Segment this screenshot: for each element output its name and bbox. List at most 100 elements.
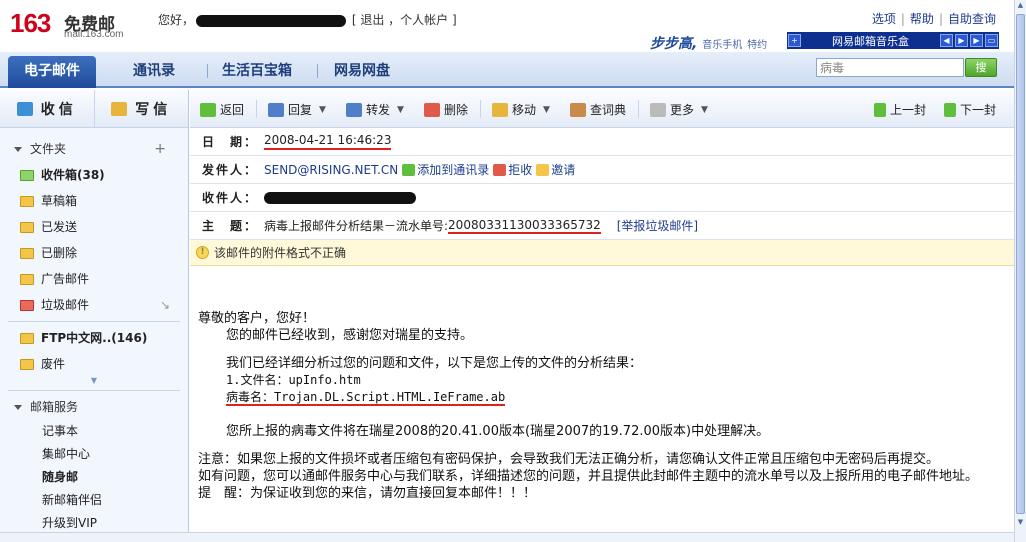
tab-contacts[interactable]: 通讯录 <box>133 60 175 80</box>
next-track-icon[interactable]: ▶ <box>970 34 983 47</box>
prev-message-button[interactable]: 上一封 <box>874 101 926 118</box>
date-label: 日 期： <box>202 135 259 149</box>
move-button[interactable]: 移动 ▼ <box>492 101 550 118</box>
help-link[interactable]: 帮助 <box>910 12 934 26</box>
forward-icon <box>346 102 362 117</box>
collapse-icon <box>14 147 22 152</box>
add-folder-icon[interactable]: + <box>154 136 166 162</box>
top-header: 163 免费邮 mail.163.com 您好， [ 退出 ，个人帐户 ] 选项… <box>0 0 1014 52</box>
subject-label: 主 题： <box>202 219 259 233</box>
tab-netdisk[interactable]: 网易网盘 <box>334 60 390 80</box>
folders-header[interactable]: 文件夹 + <box>0 136 188 162</box>
tab-email[interactable]: 电子邮件 <box>8 56 96 88</box>
service-mail-companion[interactable]: 新邮箱伴侣 <box>0 489 188 512</box>
more-button[interactable]: 更多 ▼ <box>650 101 708 118</box>
search-button[interactable]: 搜 <box>965 58 997 77</box>
ad-banner[interactable]: 步步高, 音乐手机 特约 <box>650 33 767 53</box>
forward-label: 转发 <box>366 103 391 117</box>
chevron-down-icon[interactable]: ▼ <box>319 105 326 115</box>
scrollbar-thumb[interactable] <box>1016 14 1025 514</box>
options-link[interactable]: 选项 <box>872 12 896 26</box>
chevron-right-icon <box>944 102 956 117</box>
folder-sent[interactable]: 已发送 <box>0 214 188 240</box>
music-add-icon[interactable]: + <box>788 34 801 47</box>
more-icon <box>650 102 666 117</box>
subject-text: 病毒上报邮件分析结果－流水单号: <box>264 219 449 233</box>
scroll-down-icon[interactable]: ▼ <box>1016 518 1025 530</box>
body-filename: 1.文件名：upInfo.htm <box>226 373 361 387</box>
body-virus-line: 病毒名：Trojan.DL.Script.HTML.IeFrame.ab <box>198 389 1004 406</box>
sent-icon <box>20 221 34 233</box>
folder-ftp[interactable]: FTP中文网..(146) <box>0 325 188 351</box>
play-icon[interactable]: ▶ <box>955 34 968 47</box>
music-box[interactable]: + 网易邮箱音乐盒 ◀ ▶ ▶ ▭ <box>787 32 999 49</box>
music-box-label: 网易邮箱音乐盒 <box>832 34 909 48</box>
logout-link[interactable]: [ 退出 <box>352 13 385 27</box>
add-contact-link[interactable]: 添加到通讯录 <box>402 161 489 178</box>
subject-row: 主 题： 病毒上报邮件分析结果－流水单号: 2008033113003336573… <box>190 212 1014 240</box>
folder-spam[interactable]: 垃圾邮件 ↘ <box>0 292 188 318</box>
folder-deleted[interactable]: 已删除 <box>0 240 188 266</box>
search-input[interactable] <box>816 58 964 77</box>
folder-waste[interactable]: 废件 <box>0 351 188 377</box>
virus-label: 病毒名： <box>226 390 275 406</box>
chevron-down-icon[interactable]: ▼ <box>397 105 404 115</box>
delete-button[interactable]: 删除 <box>424 101 468 118</box>
from-row: 发件人： SEND@RISING.NET.CN 添加到通讯录 拒收 邀请 <box>190 156 1014 184</box>
window-icon[interactable]: ▭ <box>985 34 998 47</box>
warning-text: 该邮件的附件格式不正确 <box>214 246 347 260</box>
logo-domain: mail.163.com <box>64 29 124 40</box>
folder-label: FTP中文网..(146) <box>41 331 148 345</box>
sender-email[interactable]: SEND@RISING.NET.CN <box>264 163 398 177</box>
date-row: 日 期： 2008-04-21 16:46:23 <box>190 128 1014 156</box>
service-notepad[interactable]: 记事本 <box>0 420 188 443</box>
compose-icon <box>111 101 128 116</box>
next-message-button[interactable]: 下一封 <box>944 101 996 118</box>
back-button[interactable]: 返回 <box>200 101 244 118</box>
self-service-link[interactable]: 自助查询 <box>948 12 996 26</box>
service-mobile-mail[interactable]: 随身邮 <box>0 466 188 489</box>
divider <box>8 390 180 391</box>
compose-button[interactable]: 写信 <box>93 90 189 127</box>
toolbar-separator <box>638 100 639 118</box>
folder-label: 废件 <box>41 357 66 371</box>
vertical-scrollbar[interactable]: ▲ ▼ <box>1014 0 1026 542</box>
services-header[interactable]: 邮箱服务 <box>0 394 188 420</box>
move-label: 移动 <box>512 103 537 117</box>
folder-inbox[interactable]: 收件箱(38) <box>0 162 188 188</box>
chevron-left-icon <box>874 102 886 117</box>
receive-button[interactable]: 收信 <box>0 90 94 127</box>
compose-bar: 收信 写信 <box>0 90 188 128</box>
account-link[interactable]: ，个人帐户 ] <box>388 13 457 27</box>
invite-link[interactable]: 邀请 <box>536 161 575 178</box>
chevron-down-icon[interactable]: ▼ <box>543 105 550 115</box>
scroll-up-icon[interactable]: ▲ <box>1016 1 1025 13</box>
chevron-down-icon[interactable]: ▼ <box>0 377 188 387</box>
reject-label: 拒收 <box>508 163 533 177</box>
folder-ads[interactable]: 广告邮件 <box>0 266 188 292</box>
add-contact-label: 添加到通讯录 <box>417 163 490 177</box>
reject-link[interactable]: 拒收 <box>493 161 532 178</box>
chevron-down-icon[interactable]: ▼ <box>701 105 708 115</box>
tab-life-toolbox[interactable]: 生活百宝箱 <box>222 60 292 80</box>
horizontal-scrollbar[interactable] <box>0 532 1014 542</box>
folder-drafts[interactable]: 草稿箱 <box>0 188 188 214</box>
dictionary-button[interactable]: 查词典 <box>570 101 626 118</box>
prev-track-icon[interactable]: ◀ <box>940 34 953 47</box>
report-spam-link[interactable]: [举报垃圾邮件] <box>617 217 698 234</box>
from-label: 发件人： <box>202 163 259 177</box>
dictionary-icon <box>570 102 586 117</box>
logo[interactable]: 163 免费邮 mail.163.com <box>10 8 123 40</box>
empty-spam-icon[interactable]: ↘ <box>160 292 170 318</box>
nav-bar: 电子邮件 通讯录 生活百宝箱 网易网盘 搜 <box>0 52 1014 88</box>
service-collect-center[interactable]: 集邮中心 <box>0 443 188 466</box>
prev-label: 上一封 <box>890 103 927 117</box>
greeting-text: 您好， <box>158 13 195 27</box>
spam-icon <box>20 299 34 311</box>
forward-button[interactable]: 转发 ▼ <box>346 101 404 118</box>
invite-label: 邀请 <box>551 163 576 177</box>
to-row: 收件人： <box>190 184 1014 212</box>
reply-button[interactable]: 回复 ▼ <box>268 101 326 118</box>
ads-folder-icon <box>20 273 34 285</box>
folder-icon <box>20 358 34 370</box>
